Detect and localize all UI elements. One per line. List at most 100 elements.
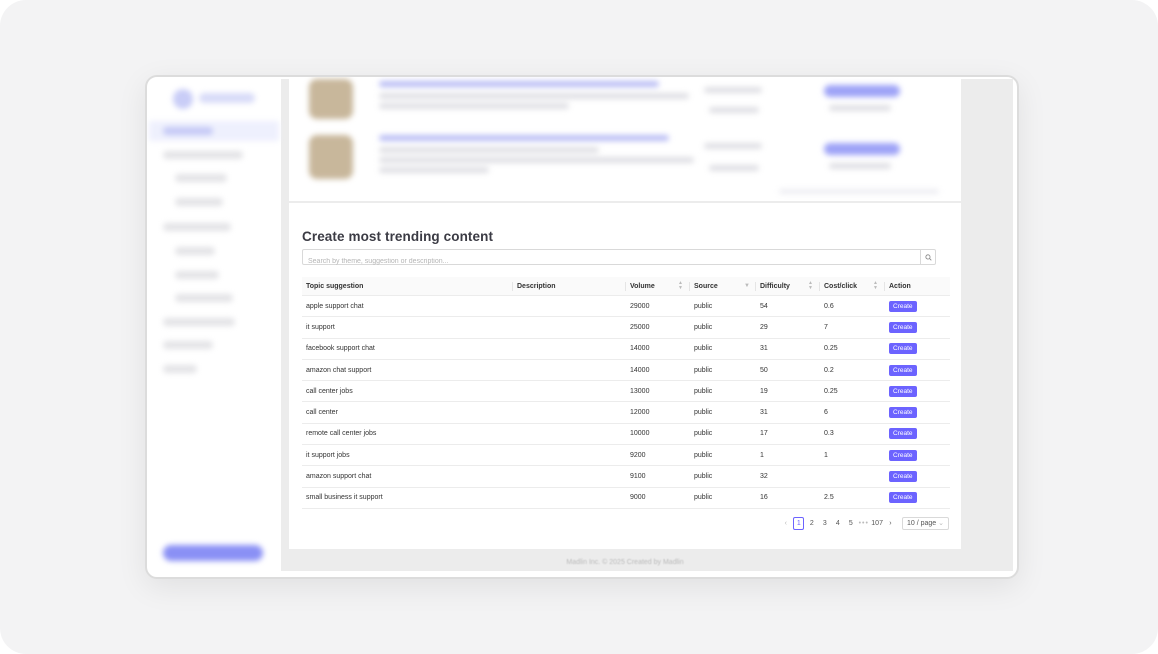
sidebar-subitem[interactable] bbox=[175, 198, 223, 206]
create-button[interactable]: Create bbox=[889, 449, 917, 461]
create-button[interactable]: Create bbox=[889, 407, 917, 419]
create-button[interactable]: Create bbox=[889, 343, 917, 355]
page-last[interactable]: 107 bbox=[871, 518, 883, 529]
next-page-icon[interactable]: › bbox=[885, 518, 896, 529]
sidebar bbox=[149, 79, 281, 571]
sidebar-subitem[interactable] bbox=[175, 271, 219, 279]
footer: Madlin Inc. © 2025 Created by Madlin bbox=[566, 559, 684, 566]
filter-icon[interactable]: ▼ bbox=[744, 283, 750, 289]
thumbnail-image bbox=[309, 79, 353, 119]
table-row: call center 12000 public 31 6 Create bbox=[302, 401, 950, 424]
top-content-blurred bbox=[289, 79, 961, 201]
cell-topic: amazon support chat bbox=[302, 465, 513, 488]
cell-difficulty: 32 bbox=[756, 465, 820, 488]
cell-topic: call center jobs bbox=[302, 380, 513, 403]
cell-action: Create bbox=[885, 338, 950, 360]
cell-volume: 9100 bbox=[626, 465, 690, 488]
jump-next[interactable]: ••• bbox=[858, 518, 869, 529]
cell-action: Create bbox=[885, 487, 950, 509]
column-header-volume[interactable]: Volume ▲ ▼ bbox=[626, 277, 690, 296]
sidebar-item[interactable] bbox=[163, 318, 235, 326]
create-button[interactable]: Create bbox=[889, 300, 917, 312]
table-body: apple support chat 29000 public 54 0.6 Create… bbox=[302, 295, 950, 509]
cell-volume: 13000 bbox=[626, 380, 690, 403]
sort-icon[interactable]: ▲ ▼ bbox=[873, 281, 878, 291]
cell-source: public bbox=[690, 316, 756, 339]
cell-difficulty: 1 bbox=[756, 444, 820, 467]
prev-page-icon[interactable]: ‹ bbox=[780, 518, 791, 529]
page-3[interactable]: 3 bbox=[819, 518, 830, 529]
logo-icon bbox=[173, 89, 193, 109]
item-text bbox=[379, 147, 599, 153]
create-button[interactable]: Create bbox=[889, 321, 917, 333]
create-button[interactable]: Create bbox=[889, 364, 917, 376]
cell-description bbox=[513, 423, 626, 446]
cell-description bbox=[513, 316, 626, 339]
table-row: apple support chat 29000 public 54 0.6 Create bbox=[302, 295, 950, 318]
cell-source: public bbox=[690, 401, 756, 424]
sidebar-upgrade-button[interactable] bbox=[163, 545, 263, 561]
cell-difficulty: 29 bbox=[756, 316, 820, 339]
create-button[interactable]: Create bbox=[889, 471, 917, 483]
create-button[interactable]: Create bbox=[889, 385, 917, 397]
column-header-source[interactable]: Source ▼ bbox=[690, 277, 756, 296]
chevron-down-icon: ⌄ bbox=[938, 520, 944, 527]
column-header-cpc[interactable]: Cost/click ▲ ▼ bbox=[820, 277, 885, 296]
item-text bbox=[379, 157, 694, 163]
cell-difficulty: 54 bbox=[756, 295, 820, 318]
topics-table: Topic suggestion Description Volume ▲ ▼ So… bbox=[302, 277, 950, 509]
page-5[interactable]: 5 bbox=[845, 518, 856, 529]
top-pagination[interactable] bbox=[779, 189, 939, 194]
cell-difficulty: 31 bbox=[756, 401, 820, 424]
page-4[interactable]: 4 bbox=[832, 518, 843, 529]
cell-volume: 29000 bbox=[626, 295, 690, 318]
sidebar-item[interactable] bbox=[163, 223, 231, 231]
cell-description bbox=[513, 338, 626, 360]
page-2[interactable]: 2 bbox=[806, 518, 817, 529]
cell-source: public bbox=[690, 380, 756, 403]
cell-source: public bbox=[690, 487, 756, 509]
cell-cpc bbox=[820, 465, 885, 488]
cell-description bbox=[513, 444, 626, 467]
cell-description bbox=[513, 380, 626, 403]
cell-topic: it support jobs bbox=[302, 444, 513, 467]
item-badge[interactable] bbox=[824, 143, 900, 155]
cell-cpc: 6 bbox=[820, 401, 885, 424]
item-title[interactable] bbox=[379, 81, 659, 87]
column-header-difficulty[interactable]: Difficulty ▲ ▼ bbox=[756, 277, 820, 296]
column-header-action: Action bbox=[885, 277, 950, 296]
sidebar-subitem[interactable] bbox=[175, 174, 227, 182]
table-row: it support jobs 9200 public 1 1 Create bbox=[302, 444, 950, 467]
cell-source: public bbox=[690, 338, 756, 360]
item-title[interactable] bbox=[379, 135, 669, 141]
cell-source: public bbox=[690, 444, 756, 467]
item-text bbox=[379, 167, 489, 173]
cell-volume: 10000 bbox=[626, 423, 690, 446]
sidebar-item[interactable] bbox=[163, 365, 197, 373]
search-button[interactable] bbox=[920, 250, 935, 264]
cell-topic: apple support chat bbox=[302, 295, 513, 318]
logo-text bbox=[199, 93, 255, 103]
item-badge[interactable] bbox=[824, 85, 900, 97]
cell-volume: 14000 bbox=[626, 359, 690, 382]
sort-icon[interactable]: ▲ ▼ bbox=[808, 281, 813, 291]
create-button[interactable]: Create bbox=[889, 428, 917, 440]
search-bar bbox=[302, 249, 936, 269]
search-input[interactable] bbox=[303, 254, 908, 269]
sidebar-item[interactable] bbox=[163, 151, 243, 159]
cell-difficulty: 17 bbox=[756, 423, 820, 446]
cell-description bbox=[513, 465, 626, 488]
cell-cpc: 0.6 bbox=[820, 295, 885, 318]
cell-volume: 14000 bbox=[626, 338, 690, 360]
table-row: amazon chat support 14000 public 50 0.2 Creat… bbox=[302, 359, 950, 382]
page-1[interactable]: 1 bbox=[793, 517, 805, 530]
cell-cpc: 0.2 bbox=[820, 359, 885, 382]
create-button[interactable]: Create bbox=[889, 492, 917, 504]
cell-volume: 9200 bbox=[626, 444, 690, 467]
sort-icon[interactable]: ▲ ▼ bbox=[678, 281, 683, 291]
sidebar-subitem[interactable] bbox=[175, 247, 215, 255]
sidebar-item[interactable] bbox=[163, 341, 213, 349]
sidebar-subitem[interactable] bbox=[175, 294, 233, 302]
page-size-select[interactable]: 10 / page ⌄ bbox=[901, 517, 949, 530]
cell-cpc: 0.25 bbox=[820, 338, 885, 360]
